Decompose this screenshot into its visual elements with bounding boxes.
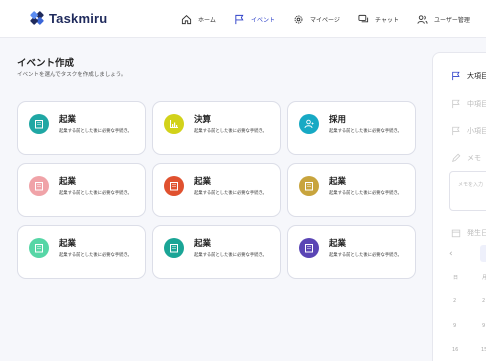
card-icon-circle bbox=[299, 176, 319, 196]
chat-icon bbox=[358, 14, 369, 22]
minor-item-label: 小項目 bbox=[467, 127, 486, 135]
event-card[interactable]: 起業 起業する前とした後に必要な手続き。 bbox=[152, 225, 281, 279]
building-icon bbox=[305, 244, 313, 253]
date-label-row: 発生日 bbox=[451, 228, 486, 238]
memo-label-row: メモ bbox=[451, 153, 481, 163]
building-icon bbox=[170, 182, 178, 191]
calendar-day[interactable]: 9 bbox=[453, 323, 456, 329]
card-description: 起業する前とした後に必要な手続き。 bbox=[194, 191, 267, 196]
calendar-weekday: 月 bbox=[482, 275, 486, 281]
card-title: 起業 bbox=[329, 239, 347, 249]
card-title: 起業 bbox=[329, 177, 347, 187]
task-side-panel: 大項目 中項目 小項目 メモ メモを入力 発生日 ‹ 日 月 2 2 9 9 1… bbox=[432, 52, 486, 361]
page-title: イベント作成 bbox=[17, 58, 75, 69]
card-description: 起業する前とした後に必要な手続き。 bbox=[194, 129, 267, 134]
calendar-day[interactable]: 16 bbox=[452, 347, 458, 353]
card-title: 起業 bbox=[59, 177, 77, 187]
card-title: 起業 bbox=[194, 239, 212, 249]
card-icon-circle bbox=[29, 114, 49, 134]
gear-icon bbox=[294, 15, 303, 23]
building-icon bbox=[305, 182, 313, 191]
card-description: 起業する前とした後に必要な手続き。 bbox=[329, 191, 402, 196]
calendar-day[interactable]: 2 bbox=[453, 298, 456, 304]
building-icon bbox=[170, 244, 178, 253]
card-description: 起業する前とした後に必要な手続き。 bbox=[194, 253, 267, 258]
nav-mypage-label: マイページ bbox=[310, 16, 340, 24]
pencil-icon bbox=[452, 153, 461, 162]
nav-mypage[interactable]: マイページ bbox=[293, 0, 340, 38]
brand-logo[interactable]: Taskmiru bbox=[29, 10, 107, 26]
date-label: 発生日 bbox=[467, 229, 486, 237]
building-icon bbox=[35, 120, 43, 129]
card-icon-circle bbox=[164, 238, 184, 258]
calendar-icon bbox=[451, 229, 461, 238]
event-card[interactable]: 起業 起業する前とした後に必要な手続き。 bbox=[152, 163, 281, 217]
memo-placeholder: メモを入力 bbox=[458, 182, 484, 188]
major-item-field[interactable]: 大項目 bbox=[451, 71, 486, 81]
event-card[interactable]: 起業 起業する前とした後に必要な手続き。 bbox=[17, 101, 146, 155]
brand-name: Taskmiru bbox=[49, 10, 108, 26]
logo-mark-icon bbox=[29, 10, 45, 26]
card-title: 起業 bbox=[59, 115, 77, 125]
card-icon-circle bbox=[299, 238, 319, 258]
calendar-day[interactable]: 15 bbox=[481, 347, 486, 353]
flag-icon bbox=[452, 126, 460, 136]
card-title: 起業 bbox=[59, 239, 77, 249]
card-description: 起業する前とした後に必要な手続き。 bbox=[329, 253, 402, 258]
event-card[interactable]: 起業 起業する前とした後に必要な手続き。 bbox=[287, 163, 416, 217]
event-card[interactable]: 起業 起業する前とした後に必要な手続き。 bbox=[17, 163, 146, 217]
major-item-label: 大項目 bbox=[467, 72, 486, 80]
users-icon bbox=[417, 14, 428, 24]
card-description: 起業する前とした後に必要な手続き。 bbox=[59, 253, 132, 258]
card-icon-circle bbox=[164, 114, 184, 134]
top-bar: Taskmiru ホーム イベント マイページ チャット ユーザー管理 bbox=[0, 0, 486, 38]
card-icon-circle bbox=[29, 238, 49, 258]
flag-icon bbox=[452, 71, 460, 81]
minor-item-field[interactable]: 小項目 bbox=[451, 126, 486, 136]
bar-chart-icon bbox=[170, 120, 178, 128]
middle-item-label: 中項目 bbox=[467, 100, 486, 108]
memo-input[interactable]: メモを入力 bbox=[449, 171, 486, 211]
card-icon-circle bbox=[164, 176, 184, 196]
nav-event[interactable]: イベント bbox=[234, 0, 275, 38]
calendar-month-header bbox=[480, 245, 486, 262]
event-card[interactable]: 採用 起業する前とした後に必要な手続き。 bbox=[287, 101, 416, 155]
nav-chat[interactable]: チャット bbox=[358, 0, 399, 38]
home-icon bbox=[181, 14, 192, 24]
page-subtitle: イベントを選んでタスクを作成しましょう。 bbox=[17, 72, 127, 78]
nav-users[interactable]: ユーザー管理 bbox=[417, 0, 470, 38]
event-card[interactable]: 起業 起業する前とした後に必要な手続き。 bbox=[287, 225, 416, 279]
calendar-day[interactable]: 9 bbox=[482, 323, 485, 329]
calendar-weekday: 日 bbox=[453, 275, 459, 281]
card-description: 起業する前とした後に必要な手続き。 bbox=[329, 129, 402, 134]
nav-home-label: ホーム bbox=[198, 16, 216, 24]
nav-chat-label: チャット bbox=[375, 16, 399, 24]
nav-users-label: ユーザー管理 bbox=[434, 16, 470, 24]
building-icon bbox=[35, 182, 43, 191]
card-icon-circle bbox=[29, 176, 49, 196]
person-add-icon bbox=[304, 119, 314, 129]
event-card[interactable]: 起業 起業する前とした後に必要な手続き。 bbox=[17, 225, 146, 279]
event-card[interactable]: 決算 起業する前とした後に必要な手続き。 bbox=[152, 101, 281, 155]
calendar-day[interactable]: 2 bbox=[482, 298, 485, 304]
card-description: 起業する前とした後に必要な手続き。 bbox=[59, 191, 132, 196]
card-title: 決算 bbox=[194, 115, 212, 125]
nav-event-label: イベント bbox=[251, 16, 276, 24]
middle-item-field[interactable]: 中項目 bbox=[451, 99, 486, 109]
nav-home[interactable]: ホーム bbox=[181, 0, 216, 38]
card-description: 起業する前とした後に必要な手続き。 bbox=[59, 129, 132, 134]
card-icon-circle bbox=[299, 114, 319, 134]
card-title: 採用 bbox=[329, 115, 347, 125]
memo-label: メモ bbox=[467, 154, 481, 162]
flag-icon bbox=[452, 99, 460, 109]
card-title: 起業 bbox=[194, 177, 212, 187]
calendar-prev-button[interactable]: ‹ bbox=[449, 249, 453, 259]
building-icon bbox=[35, 244, 43, 253]
flag-icon bbox=[235, 14, 244, 24]
